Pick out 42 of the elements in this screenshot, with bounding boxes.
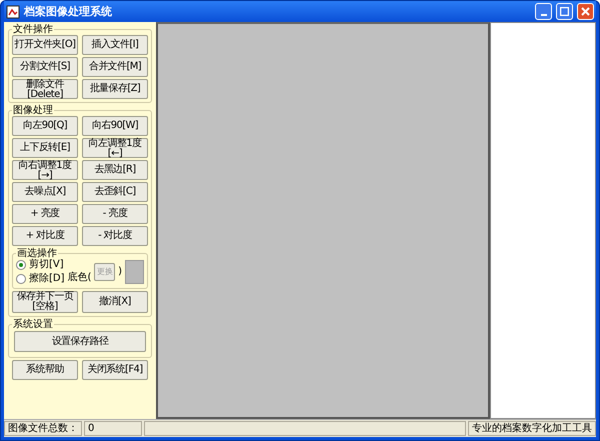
radio-label: 擦除[D] [29, 273, 65, 285]
button[interactable]: 向右调整1度 [→] [12, 160, 78, 180]
color-swatch[interactable] [125, 260, 144, 284]
radio-button[interactable] [16, 274, 26, 284]
background-label: 底色( [68, 272, 92, 284]
button[interactable]: 去噪点[X] [12, 182, 78, 202]
button[interactable]: 撤消[X] [82, 291, 148, 313]
button[interactable]: - 亮度 [82, 204, 148, 224]
button[interactable]: 删除文件 [Delete] [12, 79, 78, 99]
button[interactable]: 插入文件[I] [82, 35, 148, 55]
button[interactable]: 向右90[W] [82, 116, 148, 136]
button[interactable]: 关闭系统[F4] [82, 360, 148, 380]
button[interactable]: - 对比度 [82, 226, 148, 246]
group-title: 文件操作 [12, 24, 54, 35]
radio-label: 剪切[V] [29, 259, 64, 271]
group-title: 图像处理 [12, 105, 54, 116]
minimize-icon[interactable] [535, 3, 552, 20]
group-title: 画选操作 [16, 248, 58, 259]
maximize-icon[interactable] [556, 3, 573, 20]
close-icon[interactable] [577, 3, 594, 20]
paren-label: ) [118, 266, 122, 278]
radio-button[interactable] [16, 260, 26, 270]
button[interactable]: 合并文件[M] [82, 57, 148, 77]
button[interactable]: 上下反转[E] [12, 138, 78, 158]
app-icon [6, 4, 20, 18]
status-slogan: 专业的档案数字化加工工具 [468, 421, 596, 436]
button[interactable]: 系统帮助 [12, 360, 78, 380]
button[interactable]: + 亮度 [12, 204, 78, 224]
status-label: 图像文件总数： [4, 421, 82, 436]
button[interactable]: 去歪斜[C] [82, 182, 148, 202]
button[interactable]: 去黑边[R] [82, 160, 148, 180]
button[interactable]: 保存并下一页 [空格] [12, 291, 78, 313]
button[interactable]: + 对比度 [12, 226, 78, 246]
button[interactable]: 批量保存[Z] [82, 79, 148, 99]
group-title: 系统设置 [12, 319, 54, 330]
status-count: 0 [84, 421, 142, 436]
button[interactable]: 向左90[Q] [12, 116, 78, 136]
window-title: 档案图像处理系统 [24, 4, 113, 19]
button[interactable]: 设置保存路径 [14, 331, 146, 352]
button[interactable]: 向左调整1度 [←] [82, 138, 148, 158]
button[interactable]: 分割文件[S] [12, 57, 78, 77]
button[interactable]: 打开文件夹[O] [12, 35, 78, 55]
